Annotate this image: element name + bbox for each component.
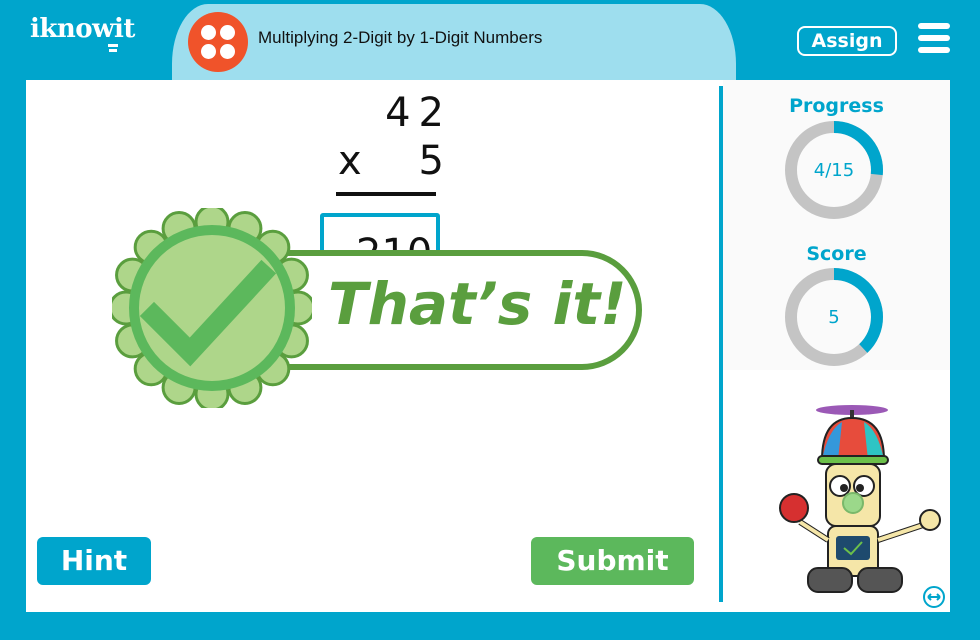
activity-title-bar: Multiplying 2-Digit by 1-Digit Numbers <box>172 4 736 80</box>
lightbulb-icon <box>108 44 118 52</box>
stats-panel: Progress 4/15 Score 5 <box>723 80 950 370</box>
multiply-operator: x <box>338 138 362 184</box>
answer-line <box>336 192 436 196</box>
iknowit-logo[interactable]: iknowit <box>30 14 135 52</box>
progress-value: 4/15 <box>813 160 855 181</box>
header: iknowit Multiplying 2-Digit by 1-Digit N… <box>0 0 980 80</box>
feedback-banner: That’s it! <box>112 208 642 408</box>
activity-title: Multiplying 2-Digit by 1-Digit Numbers <box>258 28 543 47</box>
top-number: 42 <box>385 90 452 136</box>
hint-button[interactable]: Hint <box>37 537 151 585</box>
main-panel: 42 x 5 210 That’s it! Hint Submit Progre… <box>26 80 950 612</box>
swap-arrows-icon[interactable] <box>923 586 945 608</box>
robot-mascot <box>779 405 941 593</box>
assign-button[interactable]: Assign <box>797 26 897 56</box>
multiplication-problem: 42 x 5 <box>322 90 452 196</box>
submit-button[interactable]: Submit <box>531 537 694 585</box>
activity-dots-icon <box>188 12 248 72</box>
logo-text: iknowit <box>30 14 135 44</box>
bottom-number: 5 <box>418 138 444 184</box>
apple-icon <box>779 493 809 523</box>
score-value: 5 <box>828 307 840 328</box>
feedback-message: That’s it! <box>328 270 627 338</box>
hamburger-menu-icon[interactable] <box>918 23 950 53</box>
score-label: Score <box>806 243 867 265</box>
checkmark-seal-icon <box>112 208 312 408</box>
progress-label: Progress <box>789 95 884 117</box>
